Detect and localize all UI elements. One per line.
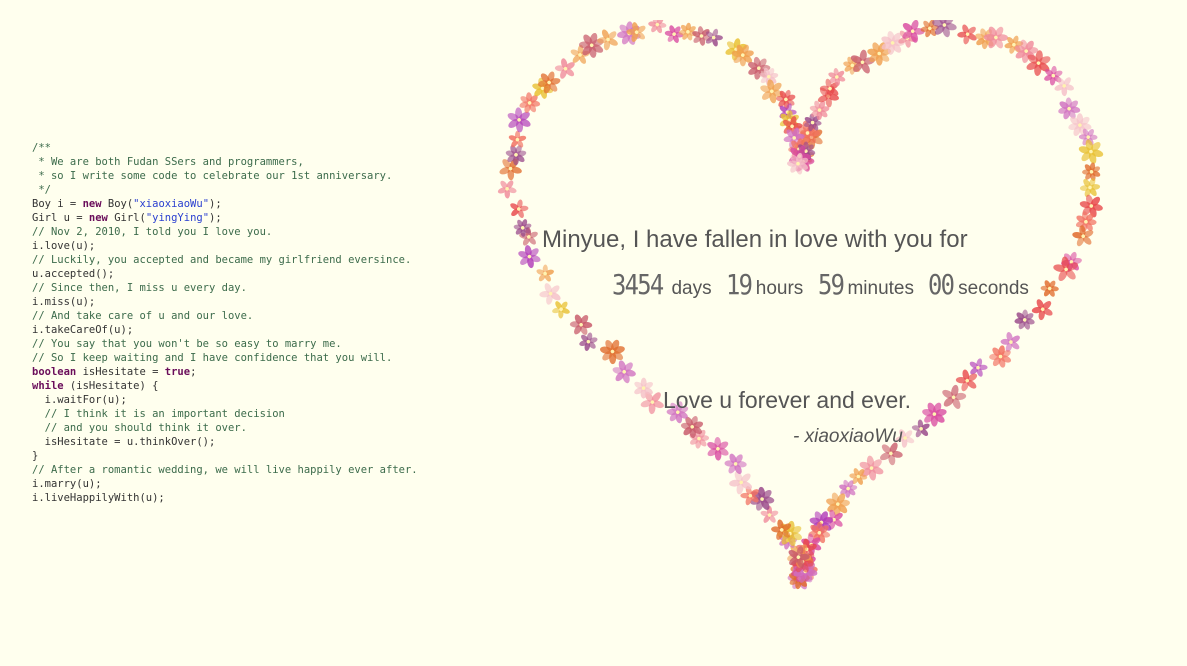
code-token: );: [209, 212, 222, 224]
flower-icon: [983, 26, 1009, 49]
code-line: // Since then, I miss u every day.: [32, 281, 418, 295]
code-token: "xiaoxiaoWu": [133, 198, 210, 210]
code-line: while (isHesitate) {: [32, 379, 418, 393]
love-message: Minyue, I have fallen in love with you f…: [542, 226, 968, 253]
code-token: // Luckily, you accepted and became my g…: [32, 254, 412, 266]
code-block: /** * We are both Fudan SSers and progra…: [32, 141, 418, 505]
code-token: /**: [32, 142, 51, 154]
code-line: * so I write some code to celebrate our …: [32, 169, 418, 183]
code-line: // After a romantic wedding, we will liv…: [32, 463, 418, 477]
code-token: (isHesitate) {: [63, 380, 159, 392]
code-token: * so I write some code to celebrate our …: [32, 170, 393, 182]
flower-icon: [536, 264, 554, 282]
code-line: /**: [32, 141, 418, 155]
code-line: // Luckily, you accepted and became my g…: [32, 253, 418, 267]
seconds-value: 00: [928, 268, 955, 301]
code-line: i.marry(u);: [32, 477, 418, 491]
code-token: boolean: [32, 366, 77, 378]
code-token: Girl u =: [32, 212, 89, 224]
code-line: i.takeCareOf(u);: [32, 323, 418, 337]
code-token: i.liveHappilyWith(u);: [32, 492, 165, 504]
days-unit: days: [671, 278, 712, 299]
code-token: isHesitate = u.thinkOver();: [32, 436, 216, 448]
code-token: );: [209, 198, 222, 210]
code-line: i.waitFor(u);: [32, 393, 418, 407]
flower-icon: [579, 332, 598, 351]
code-token: new: [88, 212, 108, 224]
code-token: Boy i =: [32, 198, 83, 210]
flower-icon: [1040, 280, 1059, 297]
code-token: // You say that you won't be so easy to …: [32, 338, 342, 350]
code-token: i.marry(u);: [32, 478, 102, 490]
code-token: "yingYing": [145, 212, 210, 224]
code-token: new: [82, 198, 102, 210]
code-line: i.liveHappilyWith(u);: [32, 491, 418, 505]
code-line: // So I keep waiting and I have confiden…: [32, 351, 418, 365]
code-token: Girl(: [107, 212, 146, 224]
minutes-value: 59: [817, 268, 845, 301]
code-token: Boy(: [101, 198, 134, 210]
code-line: */: [32, 183, 418, 197]
code-line: boolean isHesitate = true;: [32, 365, 418, 379]
code-token: i.waitFor(u);: [32, 394, 127, 406]
seconds-unit: seconds: [958, 278, 1029, 299]
hours-value: 19: [726, 268, 753, 301]
code-token: // Since then, I miss u every day.: [32, 282, 247, 294]
forever-message: Love u forever and ever.: [663, 387, 912, 413]
code-line: isHesitate = u.thinkOver();: [32, 435, 418, 449]
code-line: * We are both Fudan SSers and programmer…: [32, 155, 418, 169]
elapsed-timer: 3454 days 19 hours 59 minutes 00 seconds: [612, 268, 1039, 301]
code-token: u.accepted();: [32, 268, 115, 280]
days-value: 3454: [612, 268, 664, 301]
code-line: i.miss(u);: [32, 295, 418, 309]
minutes-unit: minutes: [847, 278, 914, 299]
code-token: i.takeCareOf(u);: [32, 324, 134, 336]
code-line: }: [32, 449, 418, 463]
code-line: Girl u = new Girl("yingYing");: [32, 211, 418, 225]
code-line: // And take care of u and our love.: [32, 309, 418, 323]
code-token: // I think it is an important decision: [32, 408, 285, 420]
code-line: // and you should think it over.: [32, 421, 418, 435]
flower-icon: [510, 199, 529, 218]
code-token: i.miss(u);: [32, 296, 96, 308]
code-line: u.accepted();: [32, 267, 418, 281]
code-token: // And take care of u and our love.: [32, 310, 254, 322]
signature: - xiaoxiaoWu: [793, 426, 903, 447]
code-line: // You say that you won't be so easy to …: [32, 337, 418, 351]
code-line: // Nov 2, 2010, I told you I love you.: [32, 225, 418, 239]
code-token: true: [164, 366, 191, 378]
code-token: // Nov 2, 2010, I told you I love you.: [32, 226, 273, 238]
flower-icon: [497, 180, 517, 199]
code-token: // So I keep waiting and I have confiden…: [32, 352, 393, 364]
code-line: // I think it is an important decision: [32, 407, 418, 421]
code-token: */: [32, 184, 51, 196]
hours-unit: hours: [755, 278, 804, 299]
code-token: // After a romantic wedding, we will liv…: [32, 464, 418, 476]
flower-heart: [497, 20, 1104, 590]
flower-icon: [600, 339, 625, 365]
code-token: isHesitate =: [76, 366, 165, 378]
code-line: i.love(u);: [32, 239, 418, 253]
code-token: // and you should think it over.: [32, 422, 247, 434]
flower-icon: [518, 245, 541, 269]
code-token: while: [32, 380, 64, 392]
code-token: * We are both Fudan SSers and programmer…: [32, 156, 304, 168]
code-token: ;: [190, 366, 197, 378]
code-line: Boy i = new Boy("xiaoxiaoWu");: [32, 197, 418, 211]
code-token: }: [32, 450, 39, 462]
code-token: i.love(u);: [32, 240, 96, 252]
